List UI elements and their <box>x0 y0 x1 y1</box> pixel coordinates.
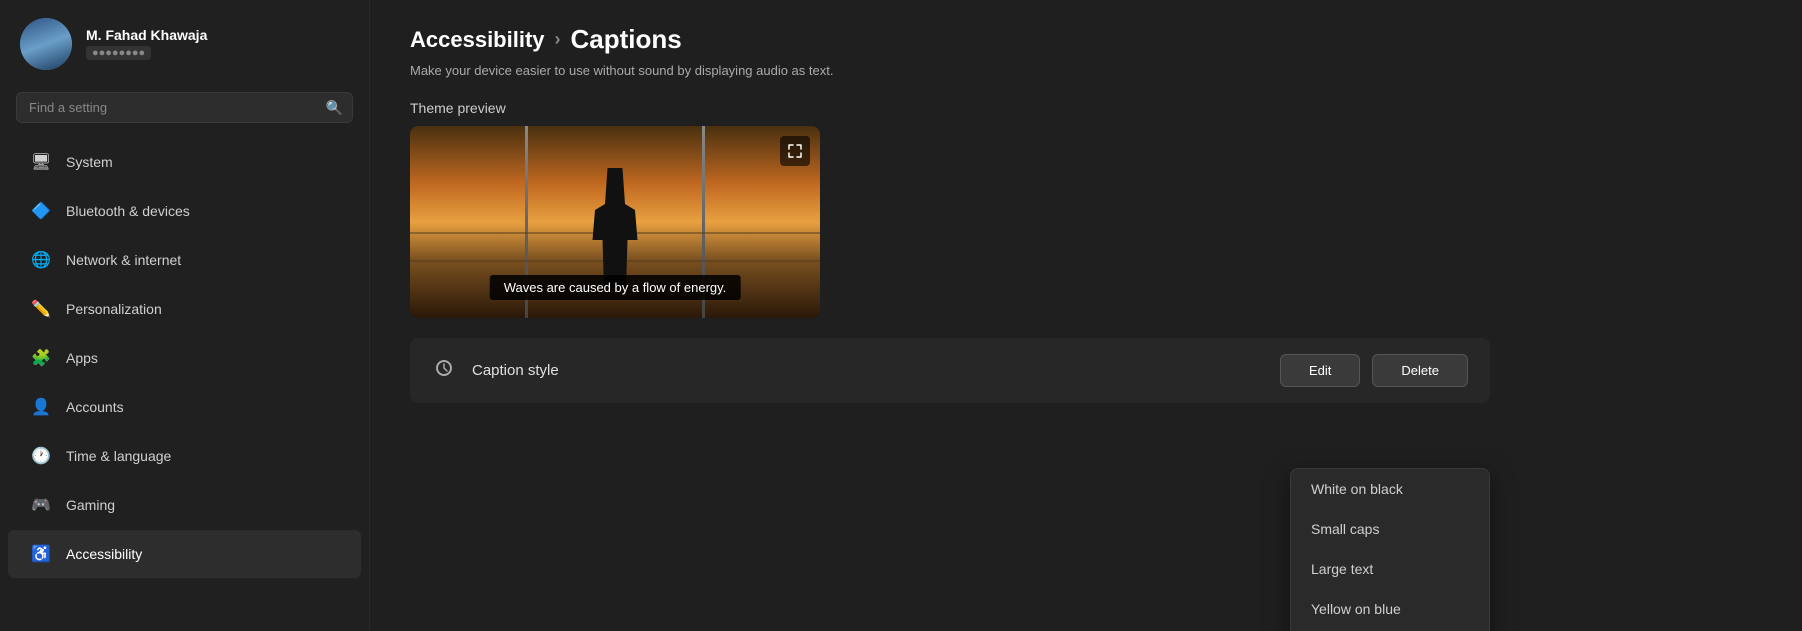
sidebar-item-bluetooth[interactable]: 🔷 Bluetooth & devices <box>8 187 361 235</box>
delete-button[interactable]: Delete <box>1372 354 1468 387</box>
sidebar-item-accessibility[interactable]: ♿ Accessibility <box>8 530 361 578</box>
preview-silhouette <box>590 168 640 288</box>
expand-icon <box>788 144 802 158</box>
edit-button[interactable]: Edit <box>1280 354 1360 387</box>
profile-info: M. Fahad Khawaja ●●●●●●●● <box>86 27 207 61</box>
sidebar-item-label: Apps <box>66 350 98 366</box>
caption-style-actions: Edit Delete <box>1280 354 1468 387</box>
theme-preview-label: Theme preview <box>410 100 1762 116</box>
profile-sub: ●●●●●●●● <box>86 46 151 60</box>
caption-style-row: Caption style Edit Delete White on black… <box>410 338 1490 403</box>
sidebar-item-label: Network & internet <box>66 252 181 268</box>
breadcrumb-current: Captions <box>571 24 682 55</box>
breadcrumb: Accessibility › Captions <box>410 24 1762 55</box>
main-content: Accessibility › Captions Make your devic… <box>370 0 1802 631</box>
sidebar: M. Fahad Khawaja ●●●●●●●● 🔍 🖥 System 🔷 B… <box>0 0 370 631</box>
sidebar-item-label: System <box>66 154 113 170</box>
sidebar-item-gaming[interactable]: 🎮 Gaming <box>8 481 361 529</box>
sidebar-item-label: Gaming <box>66 497 115 513</box>
sidebar-item-label: Accessibility <box>66 546 142 562</box>
avatar[interactable] <box>20 18 72 70</box>
page-description: Make your device easier to use without s… <box>410 63 1762 78</box>
gaming-icon: 🎮 <box>30 494 52 516</box>
dropdown-item-yellow-on-blue[interactable]: Yellow on blue <box>1291 589 1489 629</box>
sidebar-item-apps[interactable]: 🧩 Apps <box>8 334 361 382</box>
network-icon: 🌐 <box>30 249 52 271</box>
sidebar-item-personalization[interactable]: ✏️ Personalization <box>8 285 361 333</box>
search-icon: 🔍 <box>326 99 343 116</box>
expand-button[interactable] <box>780 136 810 166</box>
caption-style-label: Caption style <box>472 362 559 379</box>
sidebar-item-label: Bluetooth & devices <box>66 203 190 219</box>
sidebar-nav: 🖥 System 🔷 Bluetooth & devices 🌐 Network… <box>0 133 369 631</box>
accessibility-icon: ♿ <box>30 543 52 565</box>
breadcrumb-separator: › <box>555 29 561 50</box>
sidebar-item-time[interactable]: 🕐 Time & language <box>8 432 361 480</box>
dropdown-menu: White on black Small caps Large text Yel… <box>1290 468 1490 631</box>
sidebar-item-label: Accounts <box>66 399 124 415</box>
preview-caption-text: Waves are caused by a flow of energy. <box>490 275 741 300</box>
search-input[interactable] <box>16 92 353 123</box>
dropdown-item-small-caps[interactable]: Small caps <box>1291 509 1489 549</box>
profile-section: M. Fahad Khawaja ●●●●●●●● <box>0 0 369 84</box>
breadcrumb-parent[interactable]: Accessibility <box>410 27 545 53</box>
caption-style-icon <box>432 356 456 386</box>
bluetooth-icon: 🔷 <box>30 200 52 222</box>
apps-icon: 🧩 <box>30 347 52 369</box>
profile-name: M. Fahad Khawaja <box>86 27 207 43</box>
theme-preview-container: Waves are caused by a flow of energy. <box>410 126 820 318</box>
sidebar-item-label: Time & language <box>66 448 171 464</box>
sidebar-item-network[interactable]: 🌐 Network & internet <box>8 236 361 284</box>
system-icon: 🖥 <box>30 151 52 173</box>
sidebar-item-label: Personalization <box>66 301 162 317</box>
dropdown-item-white-on-black[interactable]: White on black <box>1291 469 1489 509</box>
dropdown-item-large-text[interactable]: Large text <box>1291 549 1489 589</box>
sidebar-item-system[interactable]: 🖥 System <box>8 138 361 186</box>
time-icon: 🕐 <box>30 445 52 467</box>
search-box: 🔍 <box>16 92 353 123</box>
accounts-icon: 👤 <box>30 396 52 418</box>
sidebar-item-accounts[interactable]: 👤 Accounts <box>8 383 361 431</box>
personalization-icon: ✏️ <box>30 298 52 320</box>
